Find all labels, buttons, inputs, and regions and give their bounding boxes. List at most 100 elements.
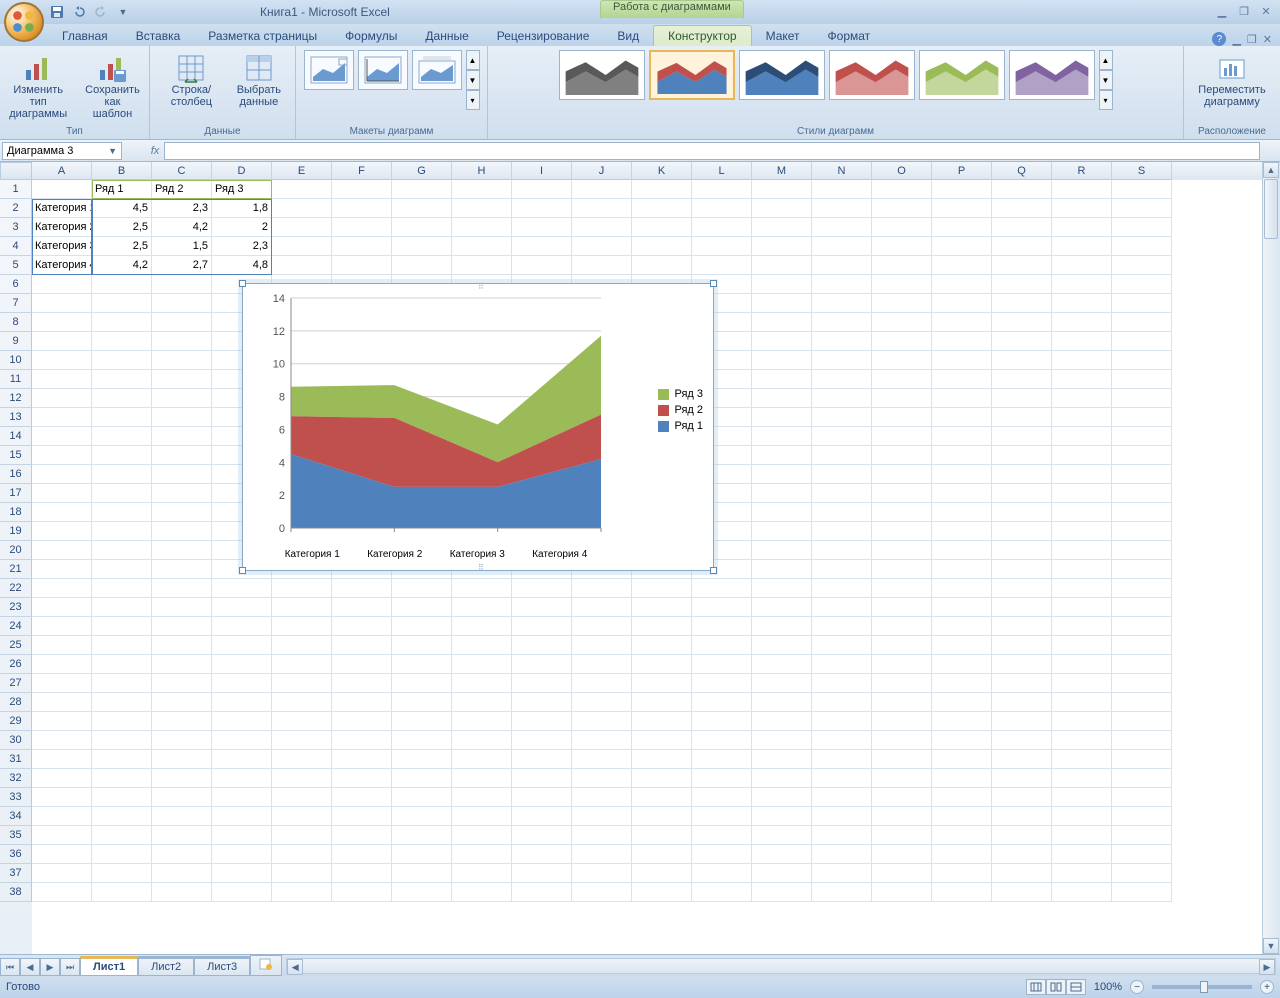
- cell[interactable]: [1052, 693, 1112, 712]
- cell[interactable]: [452, 769, 512, 788]
- cell[interactable]: [1112, 351, 1172, 370]
- cell[interactable]: [212, 750, 272, 769]
- cell[interactable]: [452, 579, 512, 598]
- cell[interactable]: [752, 370, 812, 389]
- tab-formulas[interactable]: Формулы: [331, 26, 411, 46]
- cell[interactable]: [332, 180, 392, 199]
- cell[interactable]: [572, 826, 632, 845]
- cell[interactable]: [212, 883, 272, 902]
- cell[interactable]: [992, 674, 1052, 693]
- row-header[interactable]: 33: [0, 788, 32, 807]
- cell[interactable]: [992, 731, 1052, 750]
- cell[interactable]: [272, 693, 332, 712]
- cell[interactable]: [332, 218, 392, 237]
- cell[interactable]: [392, 655, 452, 674]
- cell[interactable]: [272, 256, 332, 275]
- cell[interactable]: [572, 674, 632, 693]
- cell[interactable]: [1112, 731, 1172, 750]
- cell[interactable]: [212, 826, 272, 845]
- cell[interactable]: [1112, 427, 1172, 446]
- cell[interactable]: [572, 180, 632, 199]
- row-header[interactable]: 34: [0, 807, 32, 826]
- cell[interactable]: [152, 807, 212, 826]
- cell[interactable]: [872, 769, 932, 788]
- row-header[interactable]: 29: [0, 712, 32, 731]
- cell[interactable]: [752, 522, 812, 541]
- cell[interactable]: [32, 503, 92, 522]
- cell[interactable]: [392, 845, 452, 864]
- cell[interactable]: [812, 693, 872, 712]
- cell[interactable]: [452, 256, 512, 275]
- cell[interactable]: [332, 845, 392, 864]
- cell[interactable]: [1052, 199, 1112, 218]
- cell[interactable]: [692, 199, 752, 218]
- cell[interactable]: [932, 370, 992, 389]
- cell[interactable]: [212, 769, 272, 788]
- row-header[interactable]: 4: [0, 237, 32, 256]
- cell[interactable]: [812, 313, 872, 332]
- cell[interactable]: [752, 541, 812, 560]
- cell[interactable]: [812, 807, 872, 826]
- cell[interactable]: [932, 389, 992, 408]
- cell[interactable]: [872, 351, 932, 370]
- cell[interactable]: [1052, 598, 1112, 617]
- cell[interactable]: [872, 598, 932, 617]
- cell[interactable]: [1112, 674, 1172, 693]
- cell[interactable]: [572, 218, 632, 237]
- cell[interactable]: [1112, 826, 1172, 845]
- cell[interactable]: [32, 275, 92, 294]
- cell[interactable]: [452, 845, 512, 864]
- row-header[interactable]: 30: [0, 731, 32, 750]
- close-icon[interactable]: ✕: [1258, 4, 1274, 18]
- cell[interactable]: [1052, 351, 1112, 370]
- cell[interactable]: [1112, 655, 1172, 674]
- row-header[interactable]: 19: [0, 522, 32, 541]
- cell[interactable]: [752, 636, 812, 655]
- cell[interactable]: [272, 237, 332, 256]
- cell[interactable]: [752, 275, 812, 294]
- cell[interactable]: [1052, 731, 1112, 750]
- cell[interactable]: [752, 503, 812, 522]
- cell[interactable]: [92, 636, 152, 655]
- cell[interactable]: [992, 427, 1052, 446]
- vertical-scrollbar[interactable]: ▲ ▼: [1262, 162, 1280, 954]
- cell[interactable]: [32, 693, 92, 712]
- row-header[interactable]: 36: [0, 845, 32, 864]
- cell[interactable]: [1052, 294, 1112, 313]
- styles-more-icon[interactable]: ▾: [1099, 90, 1113, 110]
- zoom-in-icon[interactable]: +: [1260, 980, 1274, 994]
- cell[interactable]: [572, 617, 632, 636]
- chart-style-thumb[interactable]: [649, 50, 735, 100]
- cell[interactable]: [152, 750, 212, 769]
- cell[interactable]: [452, 864, 512, 883]
- cell[interactable]: [752, 465, 812, 484]
- cell[interactable]: [272, 864, 332, 883]
- maximize-icon[interactable]: ❐: [1236, 4, 1252, 18]
- cell[interactable]: [632, 579, 692, 598]
- scroll-down-icon[interactable]: ▼: [1263, 938, 1279, 954]
- qat-dropdown-icon[interactable]: ▼: [114, 3, 132, 21]
- row-header[interactable]: 26: [0, 655, 32, 674]
- cell[interactable]: [932, 180, 992, 199]
- cell[interactable]: [992, 503, 1052, 522]
- cell[interactable]: [632, 636, 692, 655]
- cell[interactable]: [992, 826, 1052, 845]
- cell[interactable]: [332, 655, 392, 674]
- cell[interactable]: [332, 826, 392, 845]
- row-header[interactable]: 9: [0, 332, 32, 351]
- cell[interactable]: [752, 693, 812, 712]
- cell[interactable]: [1052, 275, 1112, 294]
- cell[interactable]: [152, 389, 212, 408]
- cell[interactable]: [452, 712, 512, 731]
- chart-layout-thumb[interactable]: [304, 50, 354, 90]
- cell[interactable]: [992, 712, 1052, 731]
- cell[interactable]: [572, 788, 632, 807]
- cell[interactable]: [452, 693, 512, 712]
- row-header[interactable]: 3: [0, 218, 32, 237]
- column-header[interactable]: C: [152, 162, 212, 180]
- cell[interactable]: [992, 541, 1052, 560]
- cell[interactable]: [932, 864, 992, 883]
- cell[interactable]: [152, 769, 212, 788]
- cell[interactable]: [692, 579, 752, 598]
- cell[interactable]: [1112, 883, 1172, 902]
